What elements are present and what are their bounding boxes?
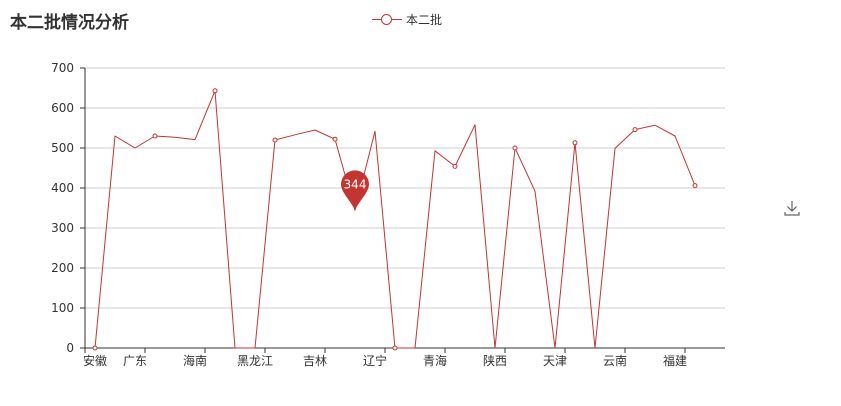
y-tick-label: 0 xyxy=(66,341,74,355)
mark-point-label: 344 xyxy=(344,177,367,191)
x-tick-label: 福建 xyxy=(663,353,687,368)
data-point xyxy=(692,183,698,189)
y-tick-label: 700 xyxy=(51,61,74,75)
x-tick-label: 吉林 xyxy=(303,354,327,368)
data-point xyxy=(572,140,578,146)
y-tick-label: 600 xyxy=(51,101,74,115)
data-point xyxy=(512,145,518,151)
x-tick-label: 海南 xyxy=(183,353,207,368)
data-point xyxy=(452,163,458,169)
y-tick-label: 100 xyxy=(51,301,74,315)
data-point xyxy=(392,345,398,351)
x-tick-label: 天津 xyxy=(543,354,567,368)
x-tick-label: 安徽 xyxy=(83,353,107,368)
x-tick-label: 青海 xyxy=(423,353,447,368)
data-point xyxy=(92,345,98,351)
x-tick-label: 云南 xyxy=(603,353,627,368)
y-tick-label: 200 xyxy=(51,261,74,275)
x-tick-label: 辽宁 xyxy=(363,353,387,368)
x-tick-label: 黑龙江 xyxy=(237,354,273,368)
data-point xyxy=(152,133,158,139)
x-tick-label: 广东 xyxy=(123,354,147,368)
x-tick-label: 陕西 xyxy=(483,353,507,368)
data-point xyxy=(332,136,338,142)
y-tick-label: 400 xyxy=(51,181,74,195)
series-line xyxy=(94,90,696,349)
y-tick-label: 300 xyxy=(51,221,74,235)
y-tick-label: 500 xyxy=(51,141,74,155)
data-point xyxy=(212,88,218,94)
line-chart: 0 100 200 300 400 500 600 700 安徽 广东 海南 黑龙江 吉林 辽宁 青海 陕西 天… xyxy=(51,61,725,368)
data-point xyxy=(272,137,278,143)
data-point xyxy=(632,127,638,133)
